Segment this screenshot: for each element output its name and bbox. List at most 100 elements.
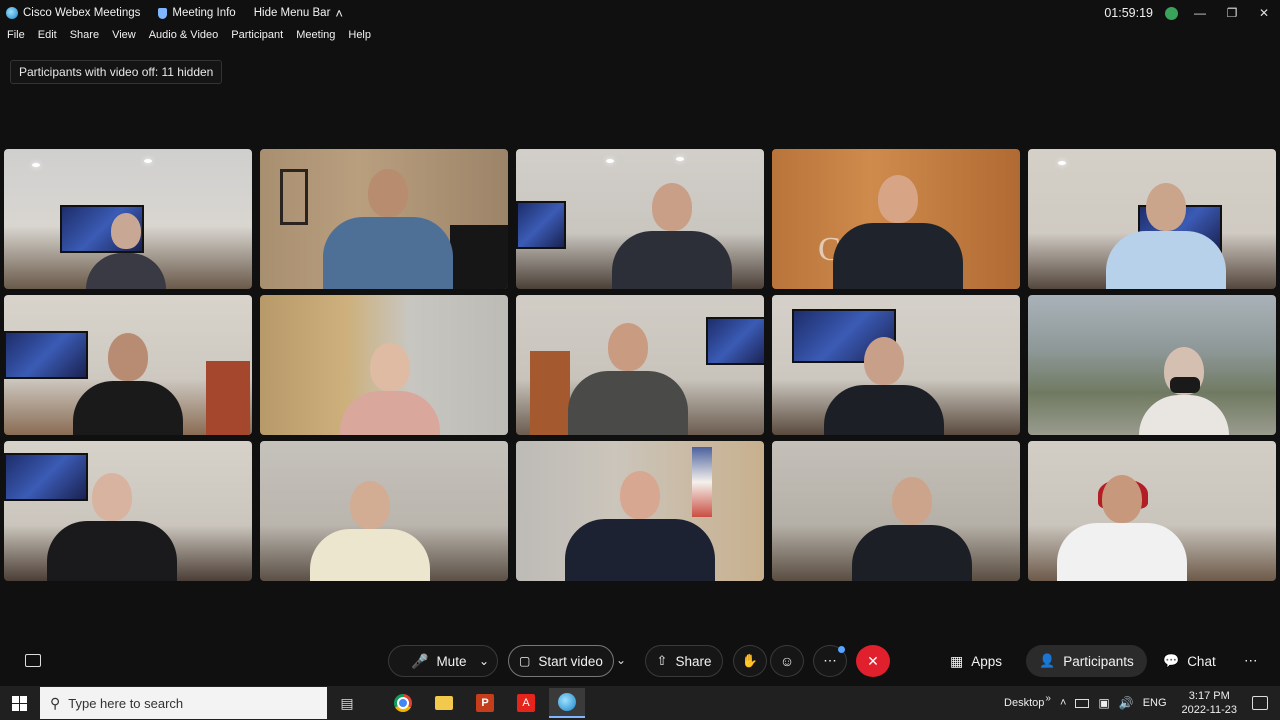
start-video-button[interactable]: ▢ Start video (508, 645, 614, 677)
app-name: Cisco Webex Meetings (23, 7, 141, 19)
webex-logo-icon (6, 7, 18, 19)
video-tile[interactable] (4, 441, 252, 581)
leave-meeting-button[interactable]: ✕ (856, 645, 890, 677)
menu-help[interactable]: Help (348, 29, 371, 45)
chat-bubble-icon: 💬 (1163, 653, 1180, 668)
participants-label: Participants (1063, 653, 1134, 669)
video-tile[interactable] (772, 295, 1020, 435)
video-options-chevron-icon[interactable]: ⌄ (616, 653, 626, 667)
mute-button[interactable]: 🎤 Mute ⌄ (388, 645, 498, 677)
participant-head (111, 213, 141, 249)
video-tile[interactable] (260, 149, 508, 289)
video-tile[interactable]: CIVIC (772, 149, 1020, 289)
status-icon (1165, 6, 1178, 20)
person-icon: 👤 (1039, 653, 1056, 668)
participants-button[interactable]: 👤 Participants (1026, 645, 1147, 677)
video-tile[interactable] (4, 149, 252, 289)
taskbar-clock[interactable]: 3:17 PM 2022-11-23 (1182, 689, 1237, 717)
raise-hand-button[interactable]: ✋ (733, 645, 767, 677)
participant-head (1146, 183, 1186, 231)
flag (692, 447, 712, 517)
video-tile[interactable] (4, 295, 252, 435)
ceiling-light (676, 157, 684, 161)
participant-head (370, 343, 410, 391)
overflow-icon[interactable]: » (1045, 693, 1051, 704)
system-tray: Desktop » ˄ ▣ 🔊 ENG 3:17 PM 2022-11-23 (1004, 686, 1280, 720)
video-tile[interactable] (1028, 149, 1276, 289)
powerpoint-icon[interactable]: P (467, 688, 503, 718)
panel-options-button[interactable]: ⋯ (1244, 645, 1258, 677)
hide-menu-bar-button[interactable]: Hide Menu Bar ˄ (254, 6, 343, 21)
task-view-icon[interactable]: ▤ (329, 688, 365, 718)
chat-label: Chat (1187, 653, 1216, 669)
menu-participant[interactable]: Participant (231, 29, 283, 45)
menu-file[interactable]: File (7, 29, 25, 45)
clock-date: 2022-11-23 (1181, 704, 1237, 716)
apps-button[interactable]: ▦ Apps (950, 645, 1002, 677)
menu-edit[interactable]: Edit (38, 29, 57, 45)
speaker-icon[interactable]: 🔊 (1119, 696, 1134, 710)
video-tile[interactable] (516, 149, 764, 289)
restore-icon[interactable]: ❐ (1222, 3, 1242, 23)
participant-head (92, 473, 132, 521)
participant-head (108, 333, 148, 381)
video-tile[interactable] (516, 441, 764, 581)
wall-screen (706, 317, 764, 365)
file-explorer-icon[interactable] (426, 688, 462, 718)
battery-icon (1075, 698, 1090, 708)
chrome-icon[interactable] (385, 688, 421, 718)
clock-time: 3:17 PM (1188, 690, 1230, 702)
apps-grid-icon: ▦ (950, 652, 964, 669)
video-tile[interactable] (260, 441, 508, 581)
chat-button[interactable]: 💬 Chat (1163, 645, 1216, 677)
webex-taskbar-icon[interactable] (549, 688, 585, 718)
video-tile[interactable] (1028, 295, 1276, 435)
close-icon[interactable]: ✕ (1254, 3, 1274, 23)
participant-body (1057, 523, 1187, 581)
participant-body (323, 217, 453, 289)
share-button[interactable]: ⇧ Share (645, 645, 723, 677)
participant-body (1106, 231, 1226, 289)
app-title: Cisco Webex Meetings (6, 7, 140, 19)
acrobat-icon[interactable]: A (508, 688, 544, 718)
captions-icon[interactable] (25, 654, 41, 667)
language-indicator[interactable]: ENG (1143, 697, 1167, 709)
ceiling-light (606, 159, 614, 163)
network-icon[interactable]: ▣ (1098, 696, 1109, 710)
notifications-icon[interactable] (1252, 696, 1268, 710)
participant-head (878, 175, 918, 223)
meeting-info-button[interactable]: Meeting Info (158, 7, 236, 19)
video-tile[interactable] (260, 295, 508, 435)
participant-head (350, 481, 390, 529)
chevron-down-icon[interactable]: ⌄ (479, 654, 489, 668)
video-tile[interactable] (516, 295, 764, 435)
participant-body (310, 529, 430, 581)
menu-meeting[interactable]: Meeting (296, 29, 335, 45)
video-tile[interactable] (772, 441, 1020, 581)
menu-view[interactable]: View (112, 29, 136, 45)
share-icon: ⇧ (656, 653, 668, 668)
hand-icon: ✋ (741, 653, 759, 668)
hidden-notice-text: Participants with video off: 11 hidden (19, 65, 214, 79)
share-label: Share (675, 653, 712, 669)
video-tile[interactable] (1028, 441, 1276, 581)
shield-icon (158, 7, 168, 19)
menu-audio-video[interactable]: Audio & Video (149, 29, 219, 45)
chevron-up-icon[interactable]: ˄ (1060, 697, 1066, 709)
participant-body (612, 231, 732, 289)
chevron-up-icon: ˄ (335, 5, 344, 21)
close-icon: ✕ (867, 652, 879, 669)
more-icon: ⋯ (1244, 653, 1258, 668)
windows-start-icon[interactable] (12, 696, 27, 711)
taskbar-search-box[interactable]: ⚲ Type here to search (40, 687, 327, 719)
menu-share[interactable]: Share (70, 29, 99, 45)
title-bar: Cisco Webex Meetings Meeting Info Hide M… (0, 0, 1280, 26)
start-video-label: Start video (538, 653, 603, 669)
participant-body (47, 521, 177, 581)
desktop-toolbar-label[interactable]: Desktop (1004, 697, 1044, 709)
hidden-participants-notice[interactable]: Participants with video off: 11 hidden (10, 60, 223, 84)
meeting-controls: 🎤 Mute ⌄ ▢ Start video ⌄ ⇧ Share ✋ ☺ ⋯ ✕… (0, 642, 1280, 682)
participant-body (1139, 395, 1229, 435)
minimize-icon[interactable]: — (1190, 3, 1210, 23)
reactions-button[interactable]: ☺ (770, 645, 804, 677)
